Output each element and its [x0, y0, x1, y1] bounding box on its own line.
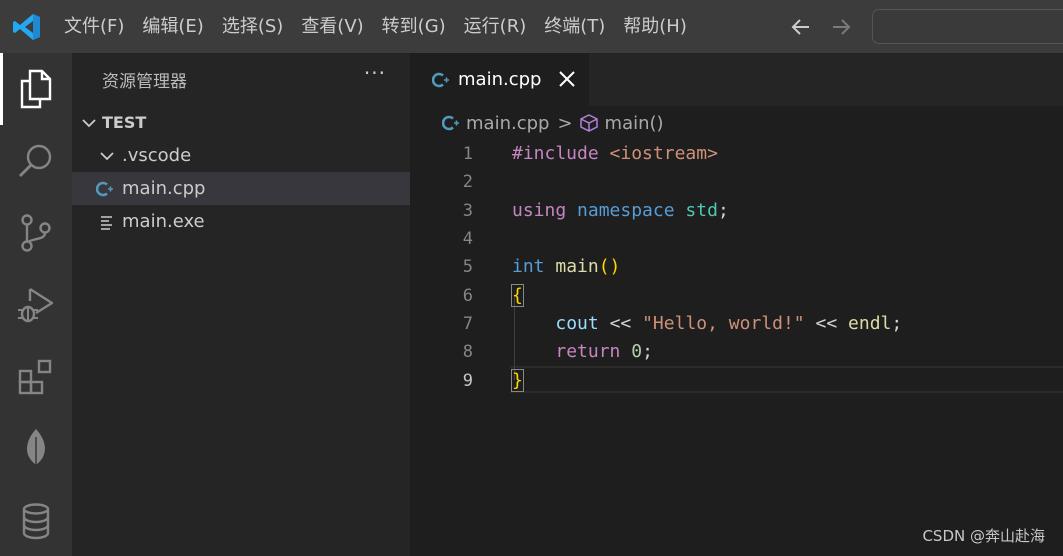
run-debug-icon[interactable]: [0, 269, 72, 341]
cpp-file-icon: [96, 181, 113, 196]
token-keyword: using: [512, 200, 567, 221]
menu-go[interactable]: 转到(G): [374, 0, 454, 53]
code-line-6: {: [511, 282, 524, 310]
menu-edit[interactable]: 编辑(E): [134, 0, 211, 53]
tree-root-label: TEST: [102, 113, 147, 132]
tab-label: main.cpp: [458, 69, 542, 90]
menu-view[interactable]: 查看(V): [293, 0, 371, 53]
token-function: main: [555, 256, 599, 277]
database-icon[interactable]: [0, 485, 72, 556]
title-bar: 文件(F) 编辑(E) 选择(S) 查看(V) 转到(G) 运行(R) 终端(T…: [0, 0, 1063, 53]
menu-file[interactable]: 文件(F): [56, 0, 132, 53]
breadcrumb-symbol[interactable]: main(): [605, 113, 664, 134]
line-number-active: 9: [462, 371, 473, 391]
code-line-1: #include <iostream>: [512, 140, 718, 168]
command-center-search[interactable]: [872, 9, 1063, 44]
extensions-icon[interactable]: [0, 341, 72, 413]
line-number: 1: [462, 144, 473, 164]
menu-terminal[interactable]: 终端(T): [536, 0, 613, 53]
menu-bar: 文件(F) 编辑(E) 选择(S) 查看(V) 转到(G) 运行(R) 终端(T…: [56, 0, 697, 53]
arrow-left-icon[interactable]: [788, 14, 814, 40]
token-punct: ;: [891, 313, 903, 334]
token-punct: ;: [717, 200, 729, 221]
editor-tab-bar: main.cpp: [410, 53, 1063, 106]
vscode-logo-icon: [13, 14, 40, 40]
line-number: 6: [462, 286, 473, 306]
token-function: endl: [848, 313, 892, 334]
line-number: 3: [462, 201, 473, 221]
token-keyword: namespace: [577, 200, 675, 221]
tree-root-test[interactable]: TEST: [72, 106, 410, 139]
close-icon[interactable]: [556, 68, 578, 90]
token-punct: ;: [642, 341, 653, 362]
token-string: "Hello, world!": [642, 313, 805, 334]
cpp-file-icon: [442, 115, 459, 131]
token-variable: cout: [555, 313, 599, 334]
watermark: CSDN @奔山赴海: [922, 527, 1045, 545]
arrow-right-icon[interactable]: [828, 14, 854, 40]
tree-item-label: main.cpp: [122, 178, 206, 199]
chevron-down-icon: [82, 118, 96, 127]
breadcrumb: main.cpp > main(): [410, 106, 1063, 140]
current-line-highlight: [510, 366, 1063, 393]
token-open-brace: {: [511, 284, 524, 307]
code-line-8: return 0;: [512, 338, 653, 366]
text-file-icon: [101, 215, 112, 230]
token-include-header: <iostream>: [609, 143, 718, 164]
explorer-icon[interactable]: [0, 53, 72, 125]
tree-item-label: main.exe: [122, 211, 205, 232]
menu-run[interactable]: 运行(R): [456, 0, 535, 53]
code-line-5: int main(): [512, 253, 620, 281]
code-line-3: using namespace std;: [512, 197, 729, 225]
token-close-brace: }: [511, 369, 524, 392]
activity-bar: [0, 53, 72, 556]
line-number: 7: [462, 314, 473, 334]
token-directive: #include: [512, 143, 599, 164]
symbol-method-cube-icon: [579, 114, 598, 132]
breadcrumb-separator: >: [557, 112, 573, 134]
more-actions-icon[interactable]: ···: [364, 61, 386, 85]
token-keyword: return: [555, 341, 621, 362]
tree-item-vscode-folder[interactable]: .vscode: [72, 139, 410, 172]
token-namespace: std: [685, 200, 718, 221]
breadcrumb-file[interactable]: main.cpp: [466, 113, 549, 134]
explorer-sidebar: 资源管理器 ··· TEST .vscode main.cpp main.exe: [72, 53, 410, 556]
token-operator: <<: [609, 313, 632, 334]
token-parens: (): [598, 256, 621, 277]
token-type: int: [512, 256, 545, 277]
line-number: 8: [462, 342, 473, 362]
code-line-7: cout << "Hello, world!" << endl;: [512, 310, 902, 338]
line-number: 5: [462, 257, 473, 277]
menu-selection[interactable]: 选择(S): [214, 0, 291, 53]
tab-main-cpp[interactable]: main.cpp: [410, 53, 589, 106]
tree-item-main-cpp[interactable]: main.cpp: [72, 172, 410, 205]
mongodb-leaf-icon[interactable]: [0, 413, 72, 485]
search-icon[interactable]: [0, 125, 72, 197]
tree-item-label: .vscode: [122, 145, 192, 166]
token-operator: <<: [815, 313, 838, 334]
chevron-down-icon: [100, 151, 114, 160]
line-number: 2: [462, 172, 473, 192]
token-number: 0: [631, 341, 643, 362]
tree-item-main-exe[interactable]: main.exe: [72, 205, 410, 238]
menu-help[interactable]: 帮助(H): [615, 0, 695, 53]
source-control-icon[interactable]: [0, 197, 72, 269]
code-editor[interactable]: 1 2 3 4 5 6 7 8 9 #include <iostream> us…: [410, 140, 1063, 556]
sidebar-title: 资源管理器: [102, 72, 187, 92]
code-line-9: }: [511, 367, 524, 395]
line-number: 4: [462, 229, 473, 249]
cpp-file-icon: [432, 72, 449, 87]
